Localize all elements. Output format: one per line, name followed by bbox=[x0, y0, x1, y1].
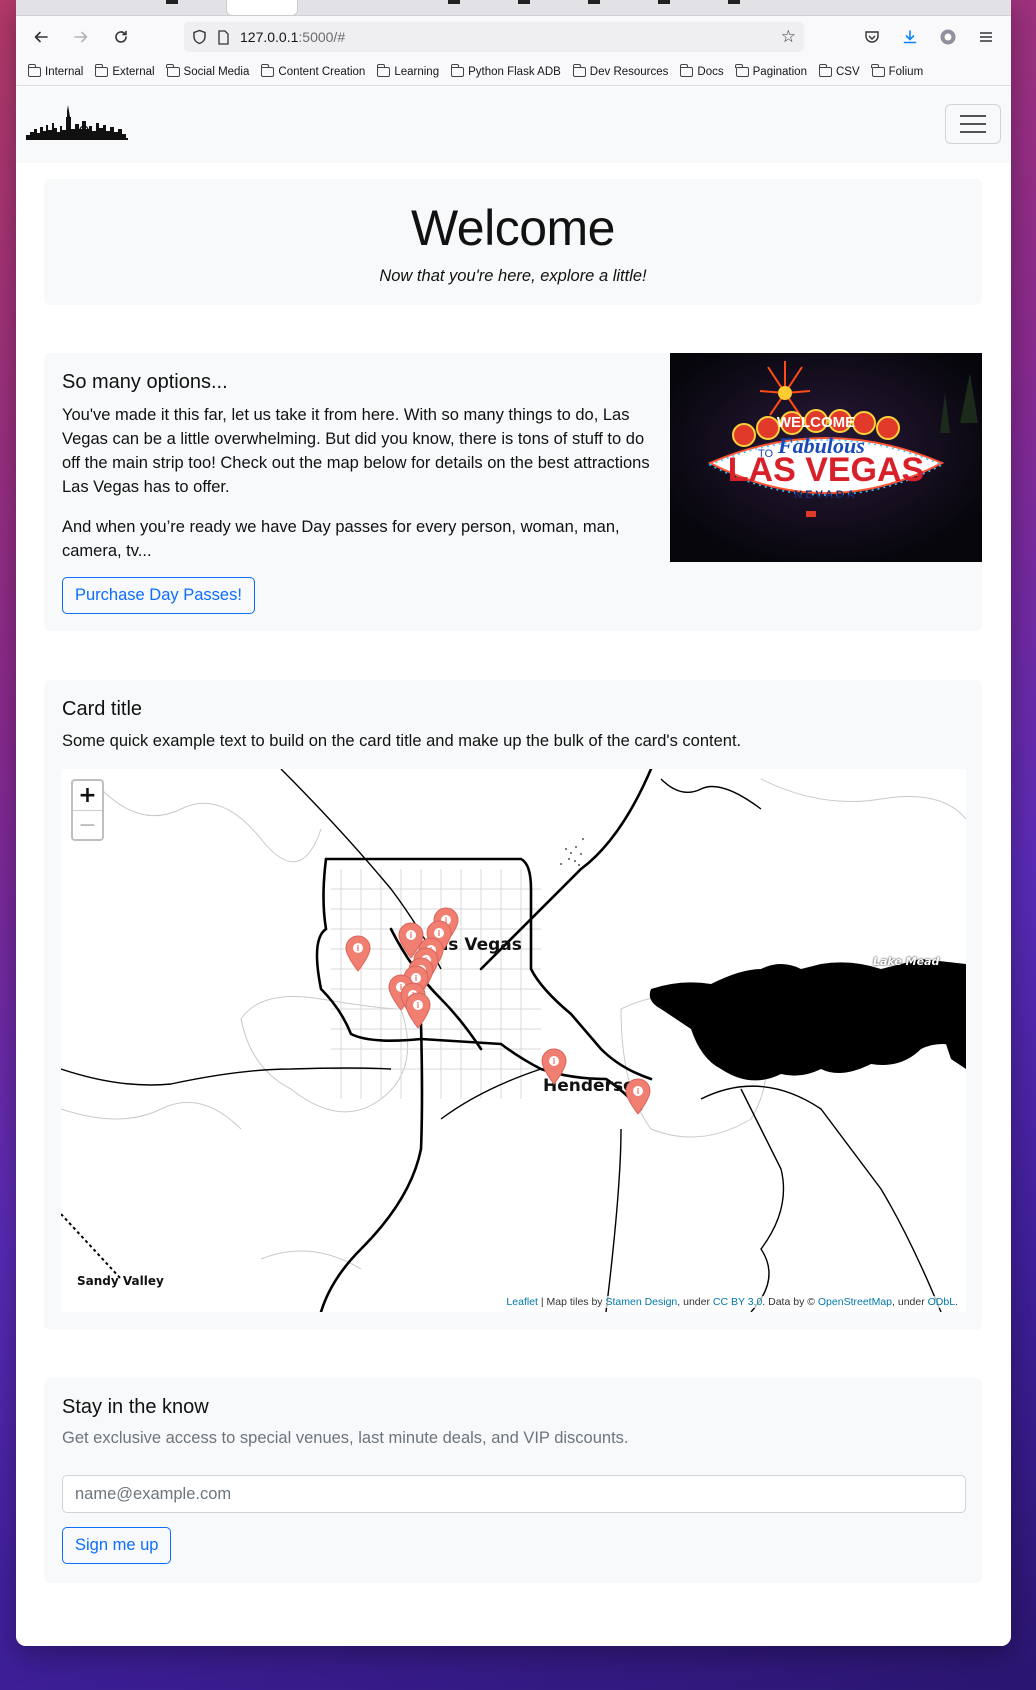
sign-las-vegas-text: LAS VEGAS bbox=[728, 451, 924, 489]
folder-icon bbox=[261, 63, 275, 77]
reload-icon[interactable] bbox=[104, 22, 138, 52]
svg-text:i: i bbox=[410, 931, 413, 940]
pocket-icon[interactable] bbox=[855, 22, 889, 52]
bookmark-docs[interactable]: Docs bbox=[680, 63, 724, 78]
options-title: So many options... bbox=[62, 371, 228, 393]
bookmark-star-icon[interactable]: ☆ bbox=[781, 27, 796, 47]
options-card: So many options... You've made it this f… bbox=[44, 353, 982, 631]
zoom-out-button[interactable]: − bbox=[73, 810, 102, 839]
bookmark-dev-resources[interactable]: Dev Resources bbox=[572, 63, 668, 78]
skyline-logo[interactable] bbox=[26, 105, 128, 146]
map-card-text: Some quick example text to build on the … bbox=[62, 732, 742, 750]
folder-icon bbox=[680, 63, 694, 77]
bookmark-csv[interactable]: CSV bbox=[818, 63, 860, 78]
bookmark-social-media[interactable]: Social Media bbox=[166, 63, 249, 78]
map-attribution: Leaflet | Map tiles by Stamen Design, un… bbox=[504, 1296, 960, 1308]
odbl-link[interactable]: ODbL bbox=[928, 1296, 955, 1308]
sign-up-button[interactable]: Sign me up bbox=[62, 1527, 172, 1564]
options-paragraph-2: And when you’re ready we have Day passes… bbox=[62, 518, 620, 560]
bookmark-content-creation[interactable]: Content Creation bbox=[261, 63, 365, 78]
map-marker-icon[interactable]: i bbox=[344, 934, 372, 972]
leaflet-map[interactable]: Las Vegas Henderson Lake Mead Sandy Vall… bbox=[61, 769, 966, 1312]
bookmarks-bar: Internal External Social Media Content C… bbox=[16, 58, 1011, 86]
newsletter-title: Stay in the know bbox=[62, 1396, 209, 1418]
page-subtitle: Now that you're here, explore a little! bbox=[379, 267, 647, 285]
folder-icon bbox=[871, 63, 885, 77]
folder-icon bbox=[572, 63, 586, 77]
sign-nevada-text: NEVADA bbox=[794, 489, 858, 501]
page-icon bbox=[218, 29, 229, 45]
newsletter-card: Stay in the know Get exclusive access to… bbox=[44, 1378, 982, 1583]
svg-text:i: i bbox=[637, 1087, 640, 1096]
stamen-link[interactable]: Stamen Design bbox=[605, 1296, 677, 1308]
svg-text:i: i bbox=[553, 1057, 556, 1066]
bookmark-folium[interactable]: Folium bbox=[871, 63, 923, 78]
shield-icon[interactable] bbox=[192, 29, 207, 45]
bookmark-learning[interactable]: Learning bbox=[377, 63, 439, 78]
las-vegas-sign-image: WELCOME TO Fabulous LAS VEGAS NEVADA bbox=[670, 353, 982, 562]
site-navbar bbox=[16, 87, 1011, 163]
folder-icon bbox=[166, 63, 180, 77]
folder-icon bbox=[735, 63, 749, 77]
svg-text:i: i bbox=[417, 1001, 420, 1010]
cc-by-link[interactable]: CC BY 3.0 bbox=[713, 1296, 762, 1308]
browser-window: 127.0.0.1:5000/# ☆ Internal External Soc… bbox=[16, 0, 1011, 1646]
zoom-in-button[interactable]: + bbox=[73, 781, 102, 810]
map-marker-icon[interactable]: i bbox=[540, 1047, 568, 1085]
folder-icon bbox=[377, 63, 391, 77]
url-bar[interactable]: 127.0.0.1:5000/# ☆ bbox=[184, 22, 804, 52]
folder-icon bbox=[450, 63, 465, 77]
svg-text:i: i bbox=[357, 944, 360, 953]
download-icon[interactable] bbox=[893, 22, 927, 52]
map-label-sandy-valley: Sandy Valley bbox=[77, 1274, 164, 1288]
folder-icon bbox=[95, 63, 109, 77]
bookmark-internal[interactable]: Internal bbox=[27, 63, 83, 78]
map-marker-icon[interactable]: i bbox=[404, 991, 432, 1029]
sign-welcome-text: WELCOME bbox=[777, 414, 855, 431]
tab-active[interactable] bbox=[226, 0, 298, 16]
menu-icon[interactable] bbox=[969, 22, 1003, 52]
bookmark-external[interactable]: External bbox=[95, 63, 155, 78]
hamburger-icon bbox=[960, 115, 986, 117]
folder-icon bbox=[818, 63, 832, 77]
page-content: Welcome Now that you're here, explore a … bbox=[16, 87, 1011, 1646]
map-card: Card title Some quick example text to bu… bbox=[44, 680, 982, 1330]
options-paragraph-1: You've made it this far, let us take it … bbox=[62, 406, 650, 496]
navbar-toggler-button[interactable] bbox=[945, 104, 1001, 144]
email-field[interactable] bbox=[62, 1475, 966, 1513]
map-zoom-control: + − bbox=[71, 779, 104, 841]
welcome-jumbotron: Welcome Now that you're here, explore a … bbox=[44, 179, 982, 305]
page-title: Welcome bbox=[411, 200, 615, 256]
leaflet-link[interactable]: Leaflet bbox=[506, 1296, 538, 1308]
url-text[interactable]: 127.0.0.1:5000/# bbox=[240, 29, 345, 45]
map-marker-icon[interactable]: i bbox=[624, 1077, 652, 1115]
newsletter-text: Get exclusive access to special venues, … bbox=[62, 1429, 629, 1447]
osm-link[interactable]: OpenStreetMap bbox=[818, 1296, 892, 1308]
purchase-day-passes-button[interactable]: Purchase Day Passes! bbox=[62, 577, 255, 614]
map-label-lake-mead: Lake Mead bbox=[873, 955, 940, 968]
browser-toolbar: 127.0.0.1:5000/# ☆ bbox=[16, 16, 1011, 58]
back-icon[interactable] bbox=[24, 22, 58, 52]
map-card-title: Card title bbox=[62, 698, 143, 720]
forward-icon[interactable] bbox=[64, 22, 98, 52]
tab-strip bbox=[16, 0, 1011, 16]
folder-icon bbox=[27, 63, 41, 77]
account-icon[interactable] bbox=[931, 22, 965, 52]
bookmark-python-flask-adb[interactable]: Python Flask ADB bbox=[450, 63, 561, 78]
bookmark-pagination[interactable]: Pagination bbox=[735, 63, 807, 78]
